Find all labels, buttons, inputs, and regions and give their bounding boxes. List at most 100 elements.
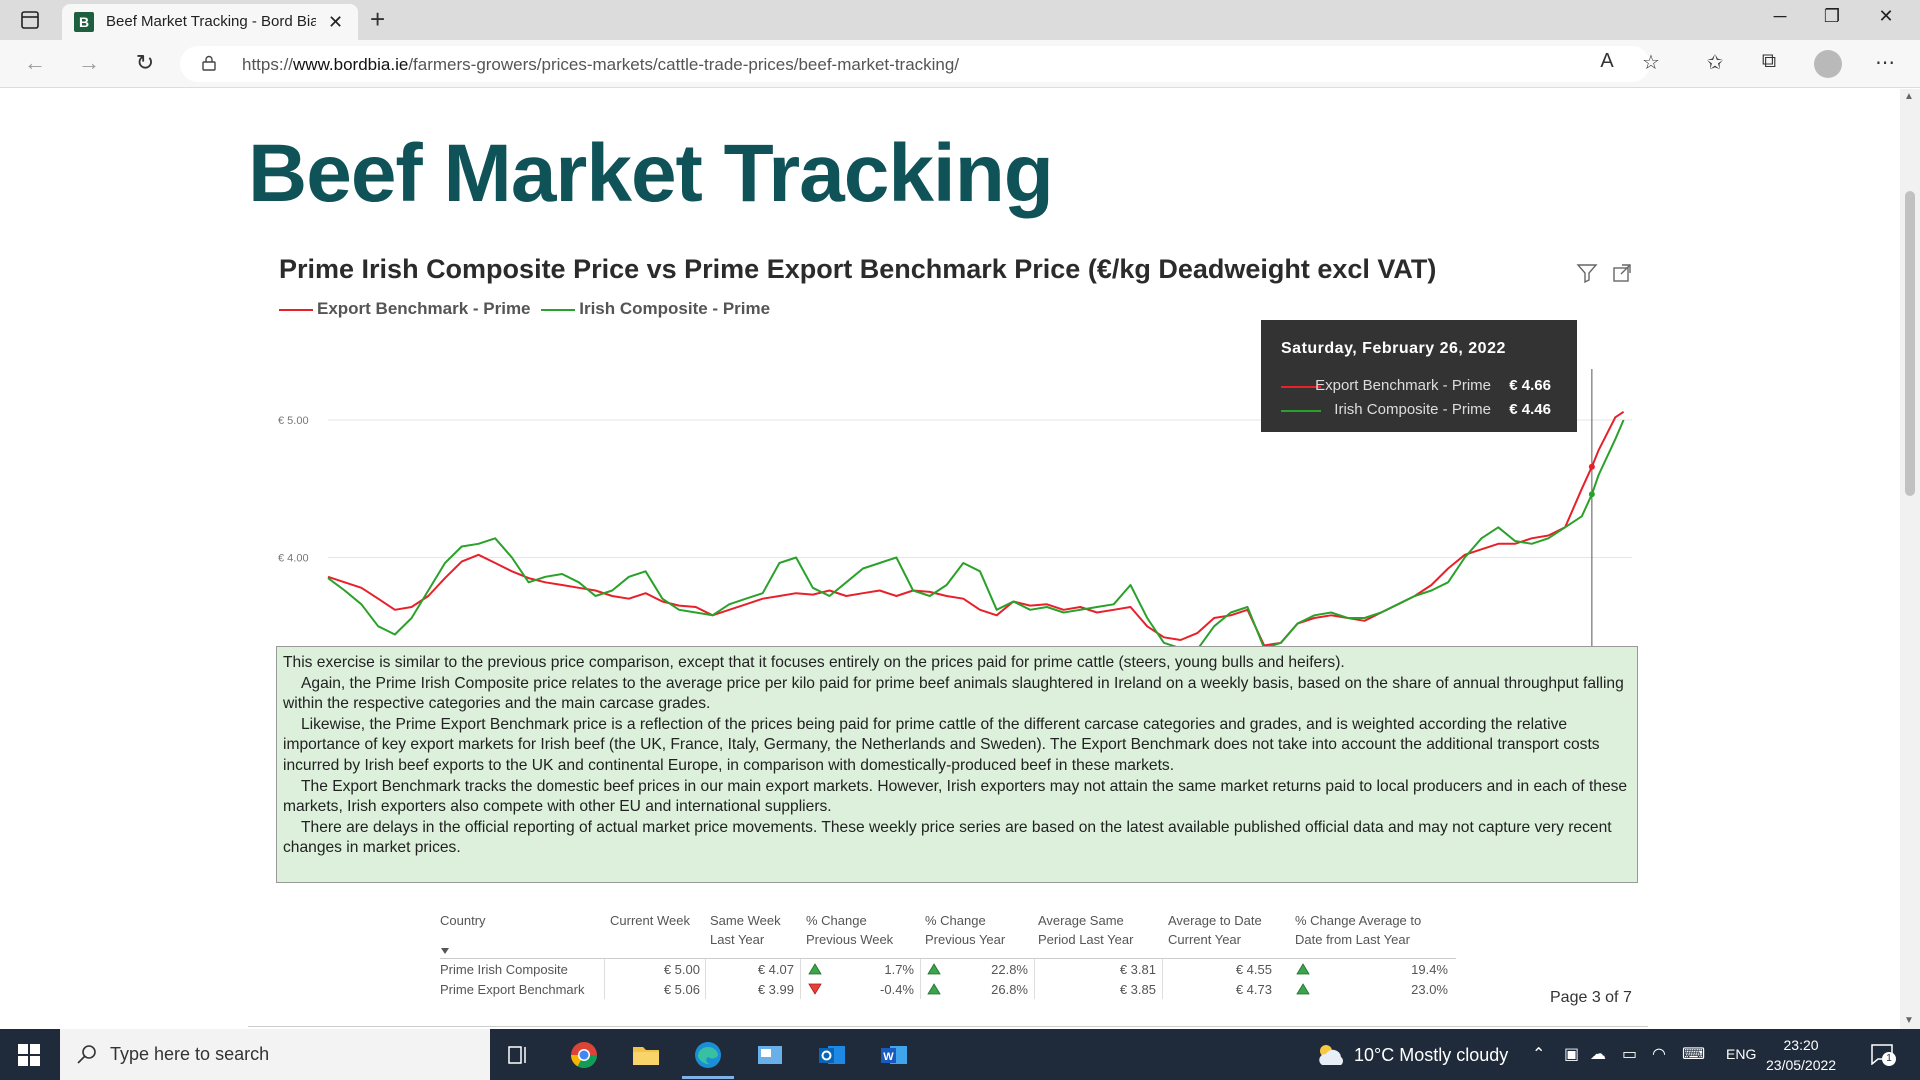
cell-same-week: € 3.99 <box>757 982 794 997</box>
cell-avg-same: € 3.85 <box>1119 982 1156 997</box>
profile-avatar[interactable] <box>1814 50 1842 78</box>
forward-icon[interactable]: → <box>74 50 104 76</box>
cell-pct-avg: 19.4% <box>1411 962 1448 977</box>
col-pct-prev-year[interactable]: % Change Previous Year <box>925 911 1005 949</box>
wifi-icon[interactable]: ◠ <box>1652 1044 1666 1064</box>
trend-up-icon <box>927 983 941 995</box>
cell-avg-date: € 4.73 <box>1235 982 1272 997</box>
trend-up-icon <box>1296 983 1310 995</box>
weather-text[interactable]: 10°C Mostly cloudy <box>1354 1045 1508 1066</box>
page-title: Beef Market Tracking <box>248 128 1054 219</box>
svg-text:W: W <box>883 1051 894 1063</box>
new-tab-icon[interactable]: + <box>370 4 385 35</box>
col-same-week[interactable]: Same Week Last Year <box>710 911 781 949</box>
cell-country: Prime Irish Composite <box>440 962 568 977</box>
back-icon[interactable]: ← <box>20 50 50 76</box>
crosshair-point-export <box>1588 463 1595 470</box>
meet-now-icon[interactable]: ▣ <box>1564 1044 1579 1064</box>
show-hidden-icons-icon[interactable]: ⌃ <box>1532 1044 1545 1064</box>
language-indicator[interactable]: ENG <box>1726 1046 1756 1062</box>
trend-up-icon <box>1296 963 1310 975</box>
col-current-week[interactable]: Current Week <box>610 911 690 930</box>
table-row[interactable]: Prime Irish Composite € 5.00 € 4.07 1.7%… <box>440 959 1456 979</box>
close-window-icon[interactable]: ✕ <box>1866 6 1906 27</box>
col-avg-date[interactable]: Average to Date Current Year <box>1168 911 1262 949</box>
clock-time: 23:20 <box>1783 1037 1819 1053</box>
tooltip-value-irish: € 4.46 <box>1509 401 1551 418</box>
description-paragraph: The Export Benchmark tracks the domestic… <box>283 777 1628 816</box>
add-favorite-icon[interactable]: ☆ <box>1636 50 1666 75</box>
refresh-icon[interactable]: ↻ <box>130 50 160 76</box>
series-line-irish-composite <box>327 419 1625 651</box>
taskbar-clock[interactable]: 23:20 23/05/2022 <box>1766 1035 1836 1075</box>
tooltip-row-export: Export Benchmark - Prime € 4.66 <box>1281 377 1571 397</box>
url-input[interactable]: https://www.bordbia.ie/farmers-growers/p… <box>180 46 1650 82</box>
trend-up-icon <box>927 963 941 975</box>
description-paragraph: This exercise is similar to the previous… <box>283 654 1345 671</box>
taskbar-search-input[interactable]: Type here to search <box>60 1029 490 1080</box>
tab-actions-icon[interactable] <box>20 10 40 30</box>
sort-descending-icon[interactable] <box>440 947 450 955</box>
col-country[interactable]: Country <box>440 911 486 930</box>
battery-icon[interactable]: ▭ <box>1622 1044 1637 1064</box>
trend-up-icon <box>808 963 822 975</box>
trend-down-icon <box>808 983 822 995</box>
web-page: Beef Market Tracking Prime Irish Composi… <box>0 89 1904 1029</box>
windows-start-icon[interactable] <box>18 1044 40 1066</box>
minimize-icon[interactable]: ─ <box>1760 6 1800 27</box>
chart-legend: Export Benchmark - Prime Irish Composite… <box>279 299 776 321</box>
edge-icon[interactable] <box>690 1037 726 1073</box>
lock-icon[interactable] <box>202 55 216 71</box>
collections-icon[interactable]: ⧉ <box>1754 50 1784 73</box>
onedrive-icon[interactable]: ☁ <box>1590 1044 1606 1064</box>
description-paragraph: Likewise, the Prime Export Benchmark pri… <box>283 715 1600 774</box>
weather-cloudy-icon[interactable] <box>1314 1041 1348 1069</box>
tooltip-date: Saturday, February 26, 2022 <box>1281 340 1506 357</box>
outlook-icon[interactable] <box>814 1037 850 1073</box>
url-text: https://www.bordbia.ie/farmers-growers/p… <box>242 55 960 74</box>
col-pct-prev-week[interactable]: % Change Previous Week <box>806 911 893 949</box>
description-box: This exercise is similar to the previous… <box>276 646 1638 883</box>
cell-pct-prev-year: 22.8% <box>991 962 1028 977</box>
legend-item-export[interactable]: Export Benchmark - Prime <box>279 299 531 319</box>
word-icon[interactable]: W <box>876 1037 912 1073</box>
focus-mode-icon[interactable] <box>1612 263 1632 283</box>
file-explorer-icon[interactable] <box>628 1037 664 1073</box>
tooltip-label-export: Export Benchmark - Prime <box>1315 377 1491 394</box>
filter-icon[interactable] <box>1576 262 1598 284</box>
scroll-thumb[interactable] <box>1905 191 1915 496</box>
col-pct-avg[interactable]: % Change Average to Date from Last Year <box>1295 911 1421 949</box>
cell-country: Prime Export Benchmark <box>440 982 585 997</box>
scroll-down-icon[interactable]: ▼ <box>1904 1015 1914 1026</box>
restore-icon[interactable]: ❐ <box>1812 6 1852 27</box>
divider <box>248 1026 1648 1027</box>
keyboard-icon[interactable]: ⌨ <box>1682 1044 1705 1064</box>
scroll-up-icon[interactable]: ▲ <box>1904 91 1914 102</box>
col-avg-same[interactable]: Average Same Period Last Year <box>1038 911 1133 949</box>
close-tab-icon[interactable]: ✕ <box>328 12 343 33</box>
notifications-icon[interactable]: 1 <box>1870 1043 1896 1066</box>
control-panel-icon[interactable] <box>752 1037 788 1073</box>
cell-current-week: € 5.06 <box>663 982 700 997</box>
cell-avg-same: € 3.81 <box>1119 962 1156 977</box>
task-view-icon[interactable] <box>500 1037 536 1073</box>
favorites-icon[interactable]: ✩ <box>1700 50 1730 75</box>
vertical-scrollbar[interactable]: ▲ ▼ <box>1900 89 1920 1029</box>
tooltip-row-irish: Irish Composite - Prime € 4.46 <box>1281 401 1571 421</box>
read-aloud-icon[interactable]: A <box>1592 50 1622 73</box>
browser-tab-bar: B Beef Market Tracking - Bord Bia ✕ + ─ … <box>0 0 1920 40</box>
active-app-indicator <box>682 1076 734 1079</box>
more-menu-icon[interactable]: ⋯ <box>1870 50 1900 75</box>
price-table: Country Current Week Same Week Last Year … <box>440 911 1456 999</box>
taskbar: Type here to search W 10°C Mostly cloudy… <box>0 1029 1920 1080</box>
search-placeholder: Type here to search <box>110 1044 270 1064</box>
browser-tab[interactable]: B Beef Market Tracking - Bord Bia ✕ <box>62 4 358 40</box>
table-header: Country Current Week Same Week Last Year … <box>440 911 1456 959</box>
address-bar: ← → ↻ https://www.bordbia.ie/farmers-gro… <box>0 40 1920 88</box>
tooltip-value-export: € 4.66 <box>1509 377 1551 394</box>
cell-same-week: € 4.07 <box>757 962 794 977</box>
table-row[interactable]: Prime Export Benchmark € 5.06 € 3.99 -0.… <box>440 979 1456 999</box>
series-line-export-benchmark <box>327 410 1625 647</box>
chrome-icon[interactable] <box>566 1037 602 1073</box>
legend-item-irish[interactable]: Irish Composite - Prime <box>541 299 770 319</box>
